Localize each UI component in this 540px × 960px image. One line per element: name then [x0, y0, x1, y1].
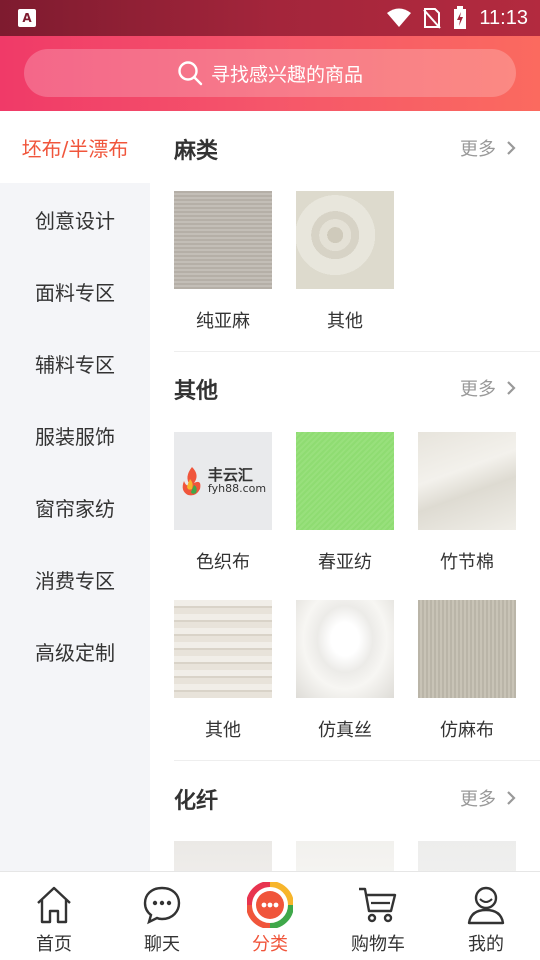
tab-category[interactable]: 分类 — [216, 872, 324, 960]
search-icon — [178, 61, 203, 86]
product-image — [296, 600, 394, 698]
category-icon — [247, 882, 293, 928]
wifi-icon — [387, 8, 412, 27]
product-label: 色织布 — [196, 552, 250, 573]
cart-icon — [359, 887, 397, 923]
product-image: 丰云汇 fyh88.com — [174, 432, 272, 530]
chat-icon — [143, 886, 181, 925]
sidebar-item-consumer[interactable]: 消费专区 — [0, 543, 150, 615]
product-label: 仿麻布 — [440, 720, 494, 741]
brand-name: 丰云汇 — [207, 465, 253, 484]
no-sim-icon — [423, 8, 442, 29]
product-image — [174, 600, 272, 698]
home-icon — [37, 886, 71, 924]
app-notification-icon: A — [18, 9, 36, 27]
sidebar-item-greige[interactable]: 坯布/半漂布 — [0, 111, 150, 183]
sidebar-item-apparel[interactable]: 服装服饰 — [0, 399, 150, 471]
product-image — [174, 841, 272, 871]
sidebar-item-custom[interactable]: 高级定制 — [0, 615, 150, 687]
more-link[interactable]: 更多 — [460, 375, 516, 401]
chevron-right-icon — [507, 381, 516, 395]
product-tile[interactable]: 其他 — [296, 191, 394, 333]
product-image — [296, 432, 394, 530]
section-title: 麻类 — [174, 139, 219, 164]
product-label: 其他 — [205, 720, 241, 741]
product-tile[interactable]: 春亚纺 — [296, 432, 394, 574]
product-image — [418, 432, 516, 530]
section-other: 其他 更多 — [174, 351, 540, 423]
product-tile[interactable] — [174, 841, 272, 871]
product-image — [174, 191, 272, 289]
product-image — [418, 841, 516, 871]
sidebar-item-accessories[interactable]: 辅料专区 — [0, 327, 150, 399]
product-label: 仿真丝 — [318, 720, 372, 741]
tab-label: 购物车 — [351, 934, 405, 955]
more-label: 更多 — [460, 139, 496, 160]
tab-profile[interactable]: 我的 — [432, 872, 540, 960]
chevron-right-icon — [507, 141, 516, 155]
product-label: 竹节棉 — [440, 552, 494, 573]
tab-label: 聊天 — [144, 934, 180, 955]
flame-logo-icon — [182, 467, 201, 496]
category-content: 麻类 更多 纯亚麻 其他 其他 更多 丰云汇 fyh88.com 色织布 春亚纺… — [150, 111, 540, 871]
product-image — [296, 841, 394, 871]
sidebar-item-fabric[interactable]: 面料专区 — [0, 255, 150, 327]
brand-logo: 丰云汇 fyh88.com — [180, 465, 266, 497]
section-linen: 麻类 更多 — [174, 111, 540, 183]
product-label: 春亚纺 — [318, 552, 372, 573]
product-tile[interactable]: 仿麻布 — [418, 600, 516, 742]
bottom-tab-bar: 首页 聊天 分类 购物车 我的 — [0, 871, 540, 960]
more-label: 更多 — [460, 789, 496, 810]
battery-charging-icon — [454, 6, 467, 29]
product-tile[interactable]: 其他 — [174, 600, 272, 742]
brand-domain: fyh88.com — [207, 482, 267, 496]
section-title: 化纤 — [174, 789, 219, 814]
tab-label: 首页 — [36, 934, 72, 955]
more-link[interactable]: 更多 — [460, 785, 516, 811]
product-tile[interactable]: 纯亚麻 — [174, 191, 272, 333]
status-bar: A 11:13 — [0, 0, 540, 36]
tab-home[interactable]: 首页 — [0, 872, 108, 960]
chevron-right-icon — [507, 791, 516, 805]
sidebar-item-creative[interactable]: 创意设计 — [0, 183, 150, 255]
tab-label: 我的 — [468, 934, 504, 955]
category-sidebar: 坯布/半漂布 创意设计 面料专区 辅料专区 服装服饰 窗帘家纺 消费专区 高级定… — [0, 111, 150, 871]
product-label: 纯亚麻 — [196, 311, 250, 332]
more-link[interactable]: 更多 — [460, 135, 516, 161]
clock: 11:13 — [479, 6, 528, 29]
search-bar[interactable]: 寻找感兴趣的商品 — [24, 49, 516, 97]
sidebar-item-curtains[interactable]: 窗帘家纺 — [0, 471, 150, 543]
product-image — [418, 600, 516, 698]
section-synthetic: 化纤 更多 — [174, 761, 540, 833]
tab-label: 分类 — [252, 934, 288, 955]
product-tile[interactable] — [418, 841, 516, 871]
product-tile[interactable] — [296, 841, 394, 871]
search-placeholder: 寻找感兴趣的商品 — [210, 63, 363, 86]
tab-cart[interactable]: 购物车 — [324, 872, 432, 960]
tab-chat[interactable]: 聊天 — [108, 872, 216, 960]
product-image — [296, 191, 394, 289]
section-title: 其他 — [174, 379, 219, 404]
profile-icon — [467, 886, 505, 925]
more-label: 更多 — [460, 379, 496, 400]
product-tile[interactable]: 仿真丝 — [296, 600, 394, 742]
product-tile[interactable]: 竹节棉 — [418, 432, 516, 574]
product-label: 其他 — [327, 311, 363, 332]
header: 寻找感兴趣的商品 — [0, 36, 540, 111]
product-tile[interactable]: 丰云汇 fyh88.com 色织布 — [174, 432, 272, 574]
